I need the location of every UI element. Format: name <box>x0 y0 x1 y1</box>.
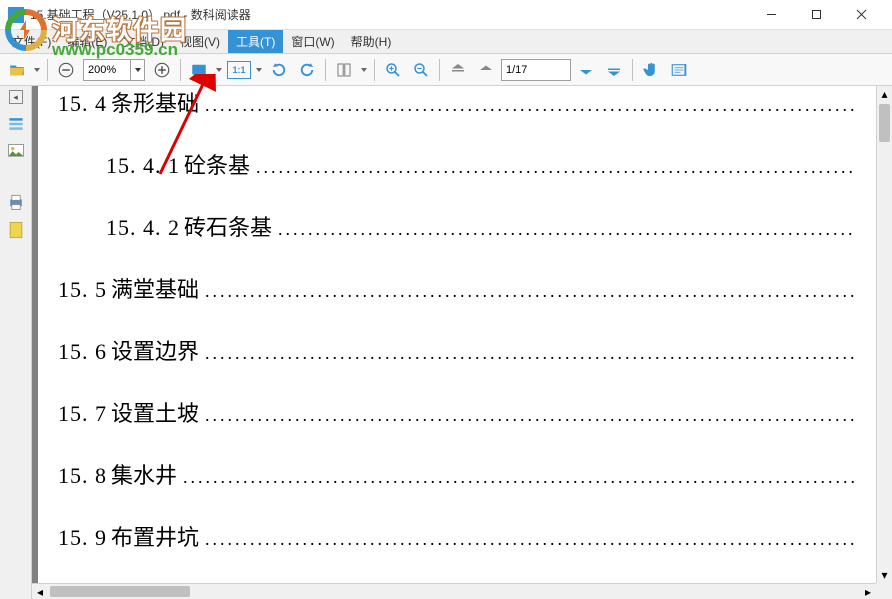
document-viewport[interactable]: 15. 4条形基础...............................… <box>32 86 892 599</box>
zoom-in-button[interactable] <box>149 57 175 83</box>
toc-dots: ........................................… <box>205 529 856 550</box>
thumbnail-tab[interactable] <box>4 140 28 164</box>
main-area: ◂ 15. 4条形基础.............................… <box>0 86 892 599</box>
scroll-left-arrow[interactable]: ◂ <box>32 584 48 599</box>
separator <box>325 59 326 81</box>
page-mode-dropdown[interactable] <box>359 57 369 83</box>
document-page: 15. 4条形基础...............................… <box>38 86 876 583</box>
toolbar: 1:1 <box>0 54 892 86</box>
toc-entry: 15. 8集水井................................… <box>58 458 856 490</box>
toc-text: 满堂基础 <box>111 272 199 304</box>
menu-edit[interactable]: 编辑(E) <box>59 30 115 53</box>
toc-number: 15. 4. 2 <box>106 215 180 241</box>
toc-dots: ........................................… <box>183 467 856 488</box>
rotate-right-button[interactable] <box>294 57 320 83</box>
zoom-combo[interactable] <box>83 59 145 81</box>
single-page-button[interactable] <box>331 57 357 83</box>
minimize-button[interactable] <box>749 1 794 29</box>
horizontal-scrollbar[interactable]: ◂ ▸ <box>32 583 876 599</box>
toc-number: 15. 6 <box>58 339 107 365</box>
toc-number: 15. 7 <box>58 401 107 427</box>
outline-tab[interactable] <box>4 112 28 136</box>
toc-dots: ........................................… <box>256 157 856 178</box>
toc-entry: 15. 6设置边界...............................… <box>58 334 856 366</box>
separator <box>632 59 633 81</box>
prev-page-button[interactable] <box>473 57 499 83</box>
separator <box>47 59 48 81</box>
toc-text: 砼条基 <box>184 148 250 180</box>
toc-dots: ........................................… <box>205 343 856 364</box>
menu-tools[interactable]: 工具(T) <box>228 30 283 53</box>
actual-size-button[interactable]: 1:1 <box>226 57 252 83</box>
toc-entry: 15. 7设置土坡...............................… <box>58 396 856 428</box>
scroll-corner <box>876 583 892 599</box>
scroll-down-arrow[interactable]: ▾ <box>877 567 892 583</box>
fit-dropdown[interactable] <box>214 57 224 83</box>
zoom-dropdown-arrow[interactable] <box>130 60 144 80</box>
fit-screen-button[interactable] <box>186 57 212 83</box>
menu-file[interactable]: 文件(F) <box>4 30 59 53</box>
separator <box>374 59 375 81</box>
vertical-scrollbar[interactable]: ▴ ▾ <box>876 86 892 583</box>
hand-tool-button[interactable] <box>638 57 664 83</box>
maximize-button[interactable] <box>794 1 839 29</box>
window-controls <box>749 1 884 29</box>
vscroll-thumb[interactable] <box>879 104 890 142</box>
toc-number: 15. 9 <box>58 525 107 551</box>
notes-tab[interactable] <box>4 218 28 242</box>
expand-panel-button[interactable]: ◂ <box>9 90 23 104</box>
toc-number: 15. 8 <box>58 463 107 489</box>
toc-entry: 15. 9布置井坑...............................… <box>58 520 856 552</box>
toc-entry: 15. 4. 2砖石条基............................… <box>58 210 856 242</box>
menu-window[interactable]: 窗口(W) <box>283 30 342 53</box>
titlebar: 15.基础工程（V25.1.0）.pdf - 数科阅读器 <box>0 0 892 30</box>
window-title: 15.基础工程（V25.1.0）.pdf - 数科阅读器 <box>30 6 749 23</box>
toc-entry: 15. 4条形基础...............................… <box>58 86 856 118</box>
toc-dots: ........................................… <box>205 95 856 116</box>
scroll-right-arrow[interactable]: ▸ <box>860 584 876 599</box>
zoom-tool-button[interactable] <box>380 57 406 83</box>
toc-entry: 15. 5满堂基础...............................… <box>58 272 856 304</box>
ratio-icon: 1:1 <box>227 61 251 79</box>
separator <box>439 59 440 81</box>
hscroll-thumb[interactable] <box>50 586 190 597</box>
close-button[interactable] <box>839 1 884 29</box>
menu-help[interactable]: 帮助(H) <box>343 30 400 53</box>
toc-number: 15. 4 <box>58 91 107 117</box>
menu-document[interactable]: 文档(D) <box>115 30 172 53</box>
toc-dots: ........................................… <box>278 219 856 240</box>
zoom-input[interactable] <box>84 60 130 80</box>
side-panel: ◂ <box>0 86 32 599</box>
rotate-left-button[interactable] <box>266 57 292 83</box>
toc-number: 15. 4. 1 <box>106 153 180 179</box>
toc-entry: 15. 4. 1砼条基.............................… <box>58 148 856 180</box>
toc-text: 砖石条基 <box>184 210 272 242</box>
first-page-button[interactable] <box>445 57 471 83</box>
zoom-out-tool-button[interactable] <box>408 57 434 83</box>
print-tab[interactable] <box>4 190 28 214</box>
ratio-dropdown[interactable] <box>254 57 264 83</box>
open-dropdown[interactable] <box>32 57 42 83</box>
zoom-out-button[interactable] <box>53 57 79 83</box>
page-input[interactable] <box>501 59 571 81</box>
menubar: 文件(F) 编辑(E) 文档(D) 视图(V) 工具(T) 窗口(W) 帮助(H… <box>0 30 892 54</box>
toc-number: 15. 5 <box>58 277 107 303</box>
last-page-button[interactable] <box>601 57 627 83</box>
toc-text: 集水井 <box>111 458 177 490</box>
toc-dots: ........................................… <box>205 405 856 426</box>
toc-text: 设置土坡 <box>111 396 199 428</box>
open-button[interactable] <box>4 57 30 83</box>
menu-view[interactable]: 视图(V) <box>172 30 228 53</box>
next-page-button[interactable] <box>573 57 599 83</box>
separator <box>180 59 181 81</box>
toc-text: 布置井坑 <box>111 520 199 552</box>
toc-text: 设置边界 <box>111 334 199 366</box>
scroll-up-arrow[interactable]: ▴ <box>877 86 892 102</box>
text-select-button[interactable] <box>666 57 692 83</box>
toc-dots: ........................................… <box>205 281 856 302</box>
toc-text: 条形基础 <box>111 86 199 118</box>
app-icon <box>8 7 24 23</box>
